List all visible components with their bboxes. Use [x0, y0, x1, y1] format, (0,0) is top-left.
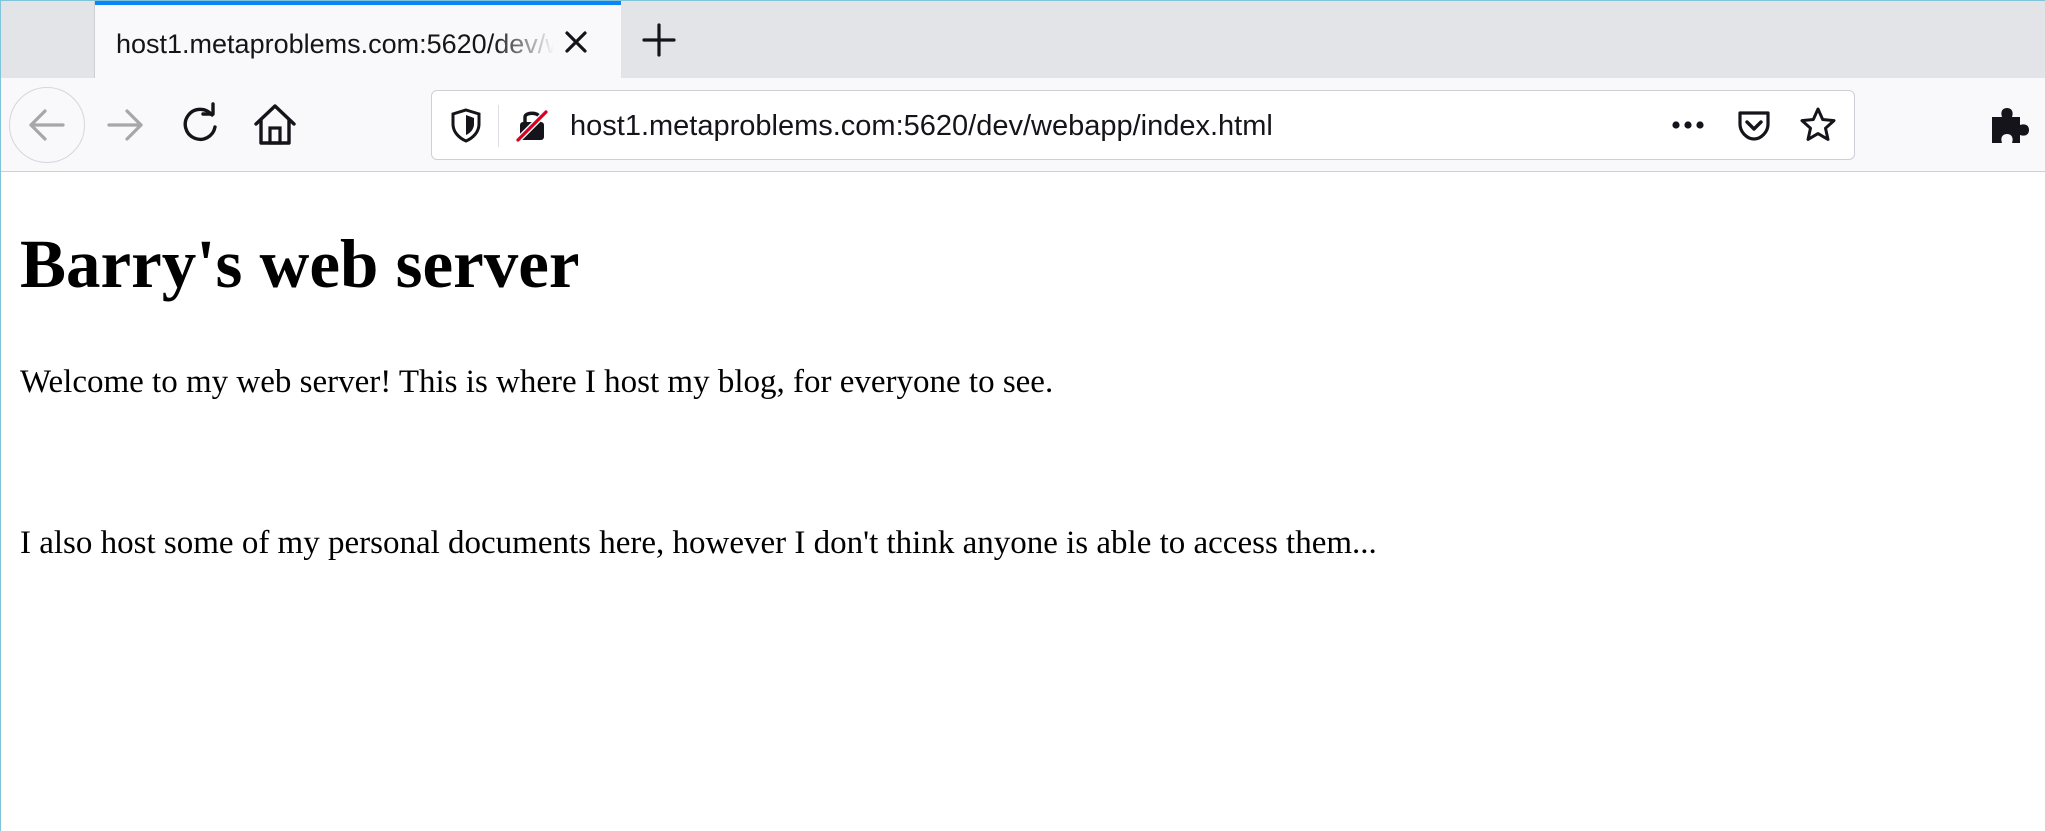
bookmark-button[interactable] — [1798, 105, 1838, 150]
tab-strip-spacer — [1, 1, 95, 78]
pocket-button[interactable] — [1734, 105, 1774, 150]
tab-title: host1.metaproblems.com:5620/dev/webapp/i… — [116, 29, 554, 59]
url-text[interactable]: host1.metaproblems.com:5620/dev/webapp/i… — [570, 107, 1273, 145]
close-icon[interactable] — [559, 25, 593, 59]
home-button[interactable] — [247, 97, 303, 153]
reload-icon — [183, 102, 217, 141]
welcome-paragraph: Welcome to my web server! This is where … — [20, 364, 1054, 400]
reload-button[interactable] — [172, 97, 228, 153]
page-title: Barry's web server — [20, 226, 580, 302]
site-info-button[interactable] — [512, 105, 552, 150]
extensions-button[interactable] — [1986, 101, 2034, 154]
active-tab[interactable]: host1.metaproblems.com:5620/dev/webapp/i… — [95, 1, 621, 78]
forward-arrow-icon — [107, 109, 143, 141]
page-content: Barry's web server Welcome to my web ser… — [1, 172, 2045, 831]
tracking-protection-button[interactable] — [446, 105, 486, 150]
pocket-icon — [1738, 111, 1770, 141]
documents-paragraph: I also host some of my personal document… — [20, 525, 1377, 561]
navigation-toolbar: host1.metaproblems.com:5620/dev/webapp/i… — [1, 78, 2045, 172]
plus-icon — [642, 23, 676, 57]
puzzle-icon — [1992, 108, 2029, 143]
forward-button[interactable] — [99, 97, 155, 153]
back-arrow-icon — [29, 109, 65, 141]
page-actions-button[interactable] — [1668, 105, 1708, 150]
insecure-lock-icon — [515, 109, 549, 143]
browser-window: host1.metaproblems.com:5620/dev/webapp/i… — [0, 0, 2045, 831]
home-icon — [254, 104, 296, 145]
address-bar[interactable]: host1.metaproblems.com:5620/dev/webapp/i… — [431, 90, 1855, 160]
star-icon — [1800, 107, 1836, 141]
new-tab-button[interactable] — [637, 18, 681, 62]
tab-strip: host1.metaproblems.com:5620/dev/webapp/i… — [1, 1, 2045, 78]
url-divider — [498, 105, 499, 147]
back-button[interactable] — [9, 87, 85, 163]
more-dots-icon — [1672, 121, 1704, 129]
shield-icon — [451, 108, 481, 143]
